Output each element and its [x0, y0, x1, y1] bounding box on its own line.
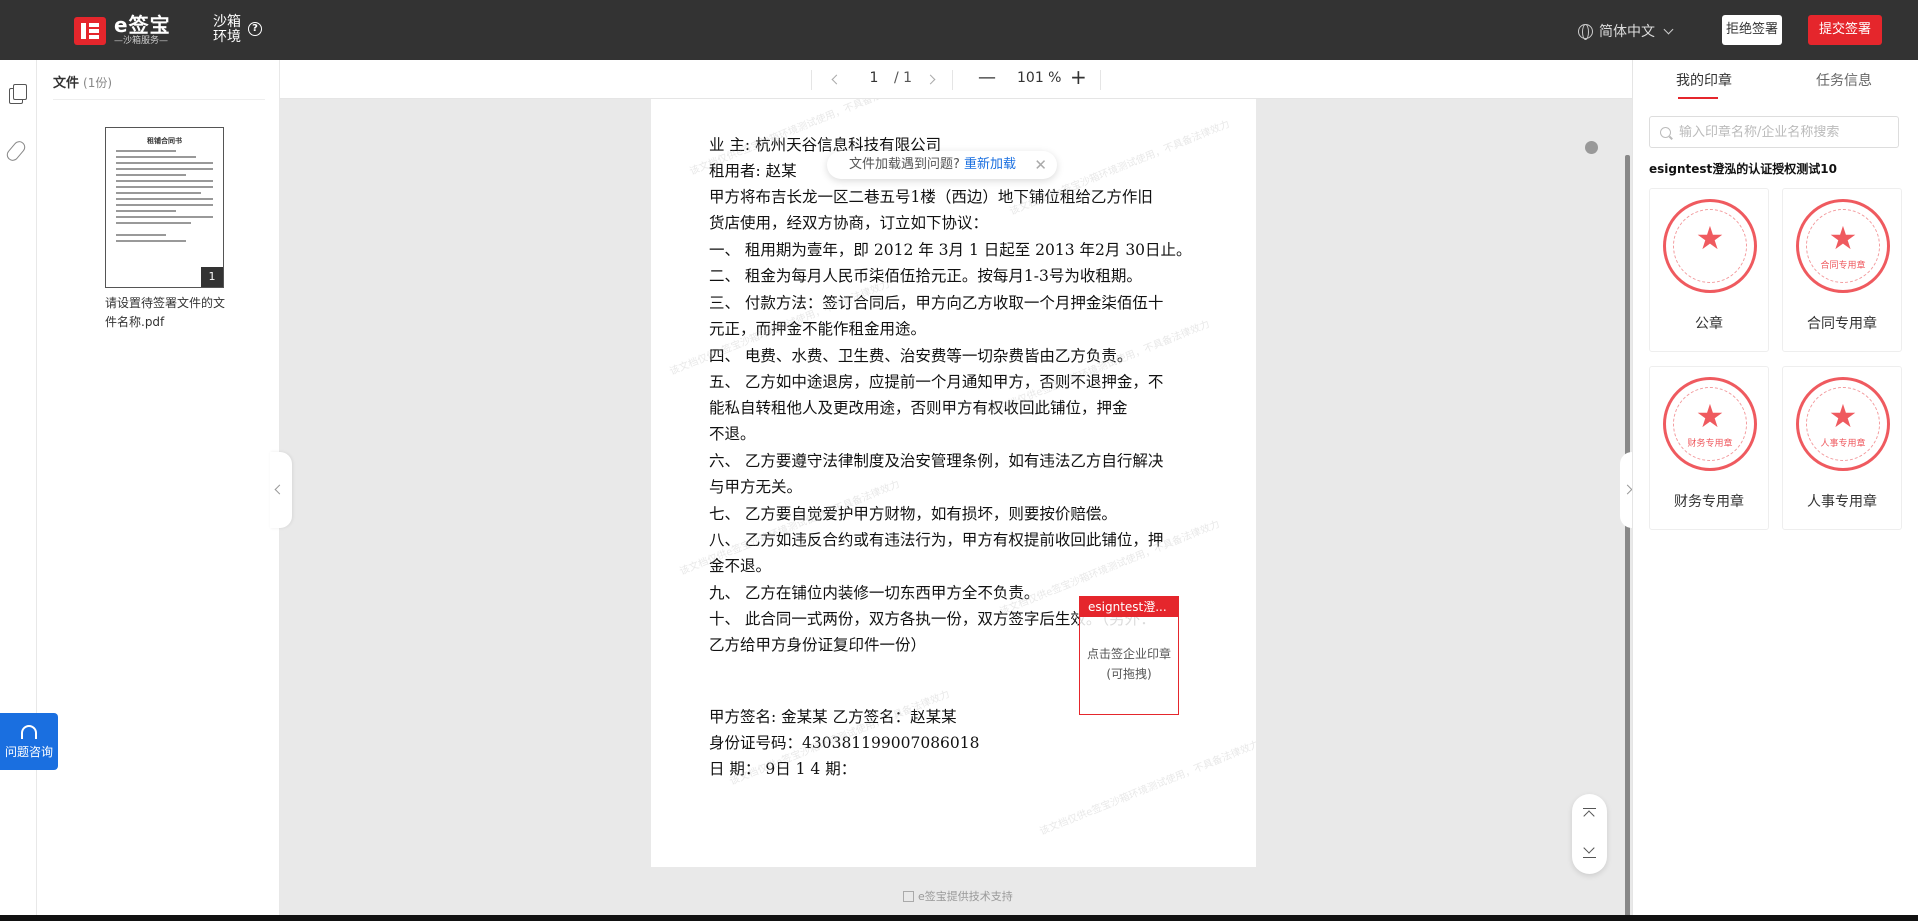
document-line: 乙方给甲方身份证复印件一份）	[709, 636, 927, 654]
zoom-in-button[interactable]: +	[1070, 65, 1087, 89]
seal-card-official[interactable]: ★ 公章	[1649, 188, 1769, 352]
seal-sub-text: 人事专用章	[1820, 439, 1866, 449]
organization-name: esigntest澄泓的认证授权测试10	[1649, 162, 1837, 176]
reload-link[interactable]: 重新加载	[964, 157, 1016, 172]
watermark-text: 该文档仅供e签宝沙箱环境测试使用，不具备法律效力	[1038, 739, 1256, 838]
seal-card-finance[interactable]: ★ 财务专用章 财务专用章	[1649, 366, 1769, 530]
previous-page-icon[interactable]	[831, 74, 842, 85]
globe-icon	[1578, 23, 1593, 40]
footer-brand: e签宝提供技术支持	[903, 888, 1013, 904]
right-panel: 我的印章 任务信息 esigntest澄泓的认证授权测试10 ★ 公章 ★ 合同…	[1632, 60, 1918, 921]
signature-field-hint: 点击签企业印章	[1086, 647, 1171, 661]
document-line: 一、 租用期为壹年，即 2012 年 3月 1 日起至 2013 年2月 30日…	[709, 241, 1192, 259]
file-panel-header: 文件 (1份)	[53, 72, 265, 100]
seal-label: 公章	[1695, 316, 1723, 332]
document-line: 三、 付款方法：签订合同后，甲方向乙方收取一个月押金柒佰伍十	[709, 294, 1164, 312]
document-line: 四、 电费、水费、卫生费、治安费等一切杂费皆由乙方负责。	[709, 347, 1133, 365]
close-icon[interactable]: ✕	[1034, 151, 1047, 179]
file-panel: 文件 (1份) 租铺合同书 1 请设置待签署文件的文件名称.pdf	[37, 60, 280, 921]
seal-search-input[interactable]	[1679, 124, 1898, 140]
reload-tip-text: 文件加载遇到问题?	[849, 157, 960, 172]
seal-label: 财务专用章	[1674, 494, 1744, 510]
tab-task-info[interactable]: 任务信息	[1816, 70, 1872, 100]
finance-seal-icon: ★ 财务专用章	[1663, 377, 1757, 471]
scrollbar-thumb[interactable]	[1625, 155, 1630, 921]
document-line: 七、 乙方要自觉爱护甲方财物，如有损坏，则要按价赔偿。	[709, 505, 1117, 523]
language-selector[interactable]: 简体中文	[1578, 21, 1674, 41]
file-panel-title: 文件	[53, 76, 80, 91]
seal-card-contract[interactable]: ★ 合同专用章 合同专用章	[1782, 188, 1902, 352]
thumbnail-page-number: 1	[201, 267, 223, 287]
seal-search	[1649, 116, 1899, 148]
viewer-toolbar: 1 / 1 — 101 % +	[280, 60, 1632, 99]
left-icon-rail	[0, 60, 37, 921]
esign-logo-icon	[74, 17, 106, 45]
seal-sub-text: 合同专用章	[1820, 261, 1866, 271]
file-count: (1份)	[83, 76, 113, 90]
page-total: / 1	[894, 70, 913, 86]
next-page-icon[interactable]	[925, 74, 936, 85]
zoom-out-button[interactable]: —	[978, 67, 996, 88]
logo: e签宝 —沙箱服务—	[74, 15, 171, 47]
attachment-icon[interactable]	[4, 138, 28, 164]
document-line: 能私自转租他人及更改用途，否则甲方有权收回此铺位，押金	[709, 399, 1128, 417]
page-jump-controls	[1572, 794, 1607, 874]
seal-sub-text: 财务专用章	[1687, 439, 1733, 449]
seal-label: 人事专用章	[1807, 494, 1877, 510]
hr-seal-icon: ★ 人事专用章	[1796, 377, 1890, 471]
file-name: 请设置待签署文件的文件名称.pdf	[105, 296, 226, 329]
headset-icon	[21, 725, 37, 739]
chevron-down-icon	[1663, 24, 1674, 34]
document-line: 与甲方无关。	[709, 478, 803, 496]
submit-sign-button[interactable]: 提交签署	[1808, 15, 1882, 45]
brand-icon	[903, 890, 914, 902]
reload-tip: 文件加载遇到问题? 重新加载 ✕	[827, 151, 1057, 179]
signature-field-header: esigntest澄...	[1080, 597, 1178, 617]
official-seal-icon: ★	[1663, 199, 1757, 293]
page-number-input[interactable]: 1	[860, 70, 888, 86]
seal-label: 合同专用章	[1807, 316, 1877, 332]
seal-card-hr[interactable]: ★ 人事专用章 人事专用章	[1782, 366, 1902, 530]
documents-icon[interactable]	[9, 84, 27, 104]
scroll-to-top-icon[interactable]	[1583, 808, 1596, 822]
sandbox-label: 沙箱环境	[213, 14, 241, 45]
bottom-strip	[0, 915, 1918, 921]
language-label: 简体中文	[1599, 24, 1655, 40]
help-consult-button[interactable]: 问题咨询	[0, 713, 58, 770]
tab-my-seals[interactable]: 我的印章	[1676, 70, 1732, 100]
file-thumbnail[interactable]: 租铺合同书 1	[105, 127, 224, 288]
document-line: 甲方将布吉长龙一区二巷五号1楼（西边）地下铺位租给乙方作旧	[709, 188, 1153, 206]
signature-field[interactable]: esigntest澄... 点击签企业印章 (可拖拽)	[1079, 596, 1179, 715]
question-icon[interactable]: ?	[248, 22, 262, 36]
top-bar: e签宝 —沙箱服务— 沙箱环境 ? 简体中文 拒绝签署 提交签署	[0, 0, 1918, 60]
footer-brand-text: e签宝提供技术支持	[918, 890, 1013, 903]
document-line: 不退。	[709, 425, 756, 443]
search-icon	[1660, 126, 1671, 138]
document-line: 货店使用，经双方协商，订立如下协议：	[709, 214, 989, 232]
contract-seal-icon: ★ 合同专用章	[1796, 199, 1890, 293]
document-line: 九、 乙方在铺位内装修一切东西甲方全不负责。	[709, 584, 1040, 602]
document-line: 六、 乙方要遵守法律制度及治安管理条例，如有违法乙方自行解决	[709, 452, 1164, 470]
thumbnail-title: 租铺合同书	[147, 136, 182, 145]
collapse-left-panel-handle[interactable]	[270, 452, 292, 528]
logo-subtitle: —沙箱服务—	[114, 36, 169, 46]
zoom-level: 101 %	[1017, 70, 1062, 86]
signature-field-drag-hint: (可拖拽)	[1106, 667, 1152, 681]
scroll-to-bottom-icon[interactable]	[1583, 844, 1596, 858]
status-dot	[1585, 141, 1598, 154]
logo-title: e签宝	[114, 13, 171, 37]
document-line: 二、 租金为每月人民币柒佰伍拾元正。按每月1-3号为收租期。	[709, 267, 1142, 285]
help-consult-label: 问题咨询	[4, 745, 53, 759]
document-page: 业 主: 杭州天谷信息科技有限公司 租用者: 赵某 甲方将布吉长龙一区二巷五号1楼…	[651, 99, 1256, 867]
reject-sign-button[interactable]: 拒绝签署	[1722, 15, 1782, 45]
